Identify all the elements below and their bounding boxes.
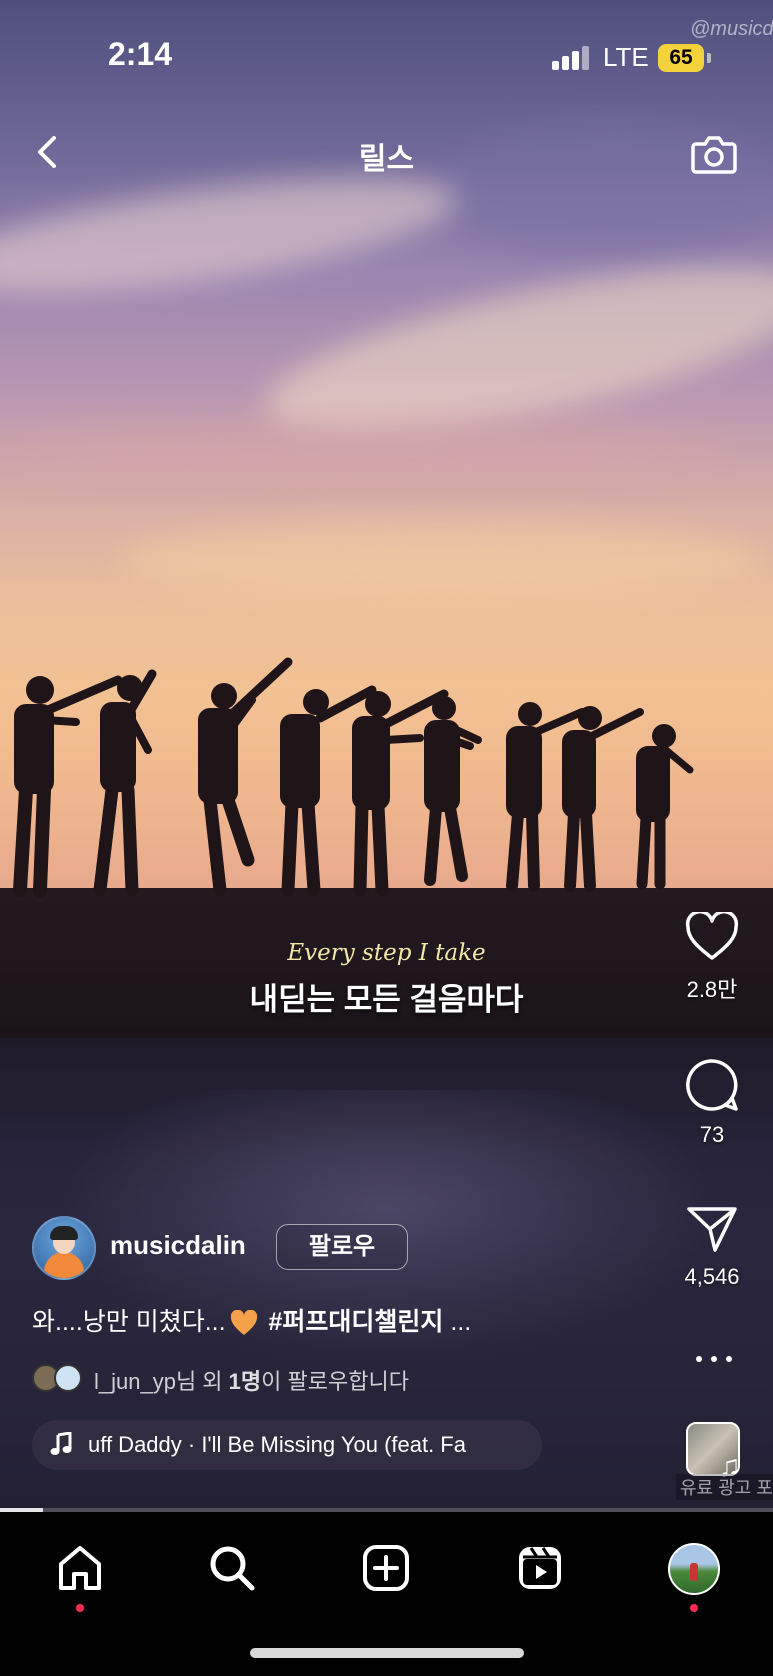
- mutual-followers[interactable]: l_jun_yp님 외 1명이 팔로우합니다: [32, 1362, 632, 1394]
- top-bar: 릴스: [0, 118, 773, 188]
- home-icon: [59, 1546, 101, 1590]
- status-bar: 2:14 LTE 65 @musicda: [0, 0, 773, 110]
- avatar[interactable]: [32, 1216, 96, 1280]
- sky-cloud: [0, 420, 730, 490]
- follower-count: 1명: [228, 1369, 262, 1394]
- video-subtitles: Every step I take 내딛는 모든 걸음마다: [0, 940, 773, 1019]
- reels-screen: 2:14 LTE 65 @musicda 릴스 Every step I tak…: [0, 0, 773, 1676]
- mutual-followers-text: l_jun_yp님 외 1명이 팔로우합니다: [94, 1364, 409, 1396]
- paper-plane-icon: [687, 1207, 737, 1252]
- follower-tail: 이 팔로우합니다: [261, 1369, 409, 1394]
- author-row: musicdalin 팔로우: [32, 1216, 652, 1282]
- music-track-pill[interactable]: uff Daddy · I'll Be Missing You (feat. F…: [32, 1420, 542, 1470]
- signal-icon: [552, 46, 590, 70]
- orange-heart-icon: [230, 1310, 257, 1336]
- mutual-avatar: [54, 1364, 82, 1392]
- comment-button[interactable]: 73: [660, 1058, 764, 1148]
- dancer-silhouette: [636, 724, 694, 890]
- share-count: 4,546: [684, 1264, 740, 1289]
- plus-square-icon: [363, 1545, 409, 1591]
- network-type: LTE: [603, 42, 649, 72]
- nav-profile[interactable]: [664, 1538, 724, 1612]
- subtitle-korean: 내딛는 모든 걸음마다: [249, 982, 524, 1017]
- home-indicator: [250, 1648, 524, 1658]
- sky-cloud: [120, 520, 760, 600]
- dancer-silhouettes: [0, 640, 773, 900]
- caption-hashtag[interactable]: #퍼프대디챌린지: [269, 1308, 444, 1336]
- comment-count: 73: [699, 1122, 725, 1147]
- dancer-silhouette: [198, 657, 293, 897]
- caption[interactable]: 와....낭만 미쳤다... #퍼프대디챌린지 ...: [32, 1302, 471, 1338]
- share-button[interactable]: 4,546: [660, 1204, 764, 1290]
- camera-icon[interactable]: [690, 130, 738, 178]
- follower-suffix: 님 외: [175, 1369, 229, 1394]
- comment-bubble-icon: [686, 1059, 738, 1111]
- page-title: 릴스: [358, 143, 415, 176]
- more-dots-icon[interactable]: [694, 1352, 734, 1366]
- caption-text: 와....낭만 미쳤다...: [32, 1308, 226, 1336]
- like-button[interactable]: 2.8만: [660, 912, 764, 1004]
- author-username[interactable]: musicdalin: [110, 1230, 246, 1261]
- nav-reels[interactable]: [510, 1538, 570, 1598]
- like-count: 2.8만: [686, 977, 738, 1002]
- music-note-icon: [50, 1432, 72, 1455]
- video-watermark: @musicda: [690, 18, 773, 40]
- nav-create[interactable]: [356, 1538, 416, 1598]
- follower-name: l_jun_yp: [94, 1369, 176, 1394]
- heart-icon: [685, 912, 739, 960]
- caption-more[interactable]: ...: [450, 1308, 471, 1336]
- dancer-silhouette: [93, 669, 157, 897]
- follow-button[interactable]: 팔로우: [276, 1224, 408, 1270]
- notification-dot: [690, 1604, 698, 1612]
- paid-ad-label: 유료 광고 포: [676, 1474, 773, 1500]
- music-track-title: uff Daddy · I'll Be Missing You (feat. F…: [88, 1432, 466, 1457]
- nav-search[interactable]: [202, 1538, 262, 1598]
- battery-nub: [707, 53, 711, 63]
- notification-dot: [76, 1604, 84, 1612]
- subtitle-english: Every step I take: [287, 940, 486, 966]
- battery-icon: 65: [658, 44, 704, 72]
- reel-video[interactable]: [0, 0, 773, 1512]
- search-icon: [210, 1546, 255, 1591]
- dancer-silhouette: [424, 696, 482, 886]
- reels-icon: [519, 1547, 561, 1589]
- nav-home[interactable]: [50, 1538, 110, 1612]
- dancer-silhouette: [562, 706, 644, 892]
- status-time: 2:14: [108, 36, 173, 72]
- avatar: [668, 1543, 720, 1595]
